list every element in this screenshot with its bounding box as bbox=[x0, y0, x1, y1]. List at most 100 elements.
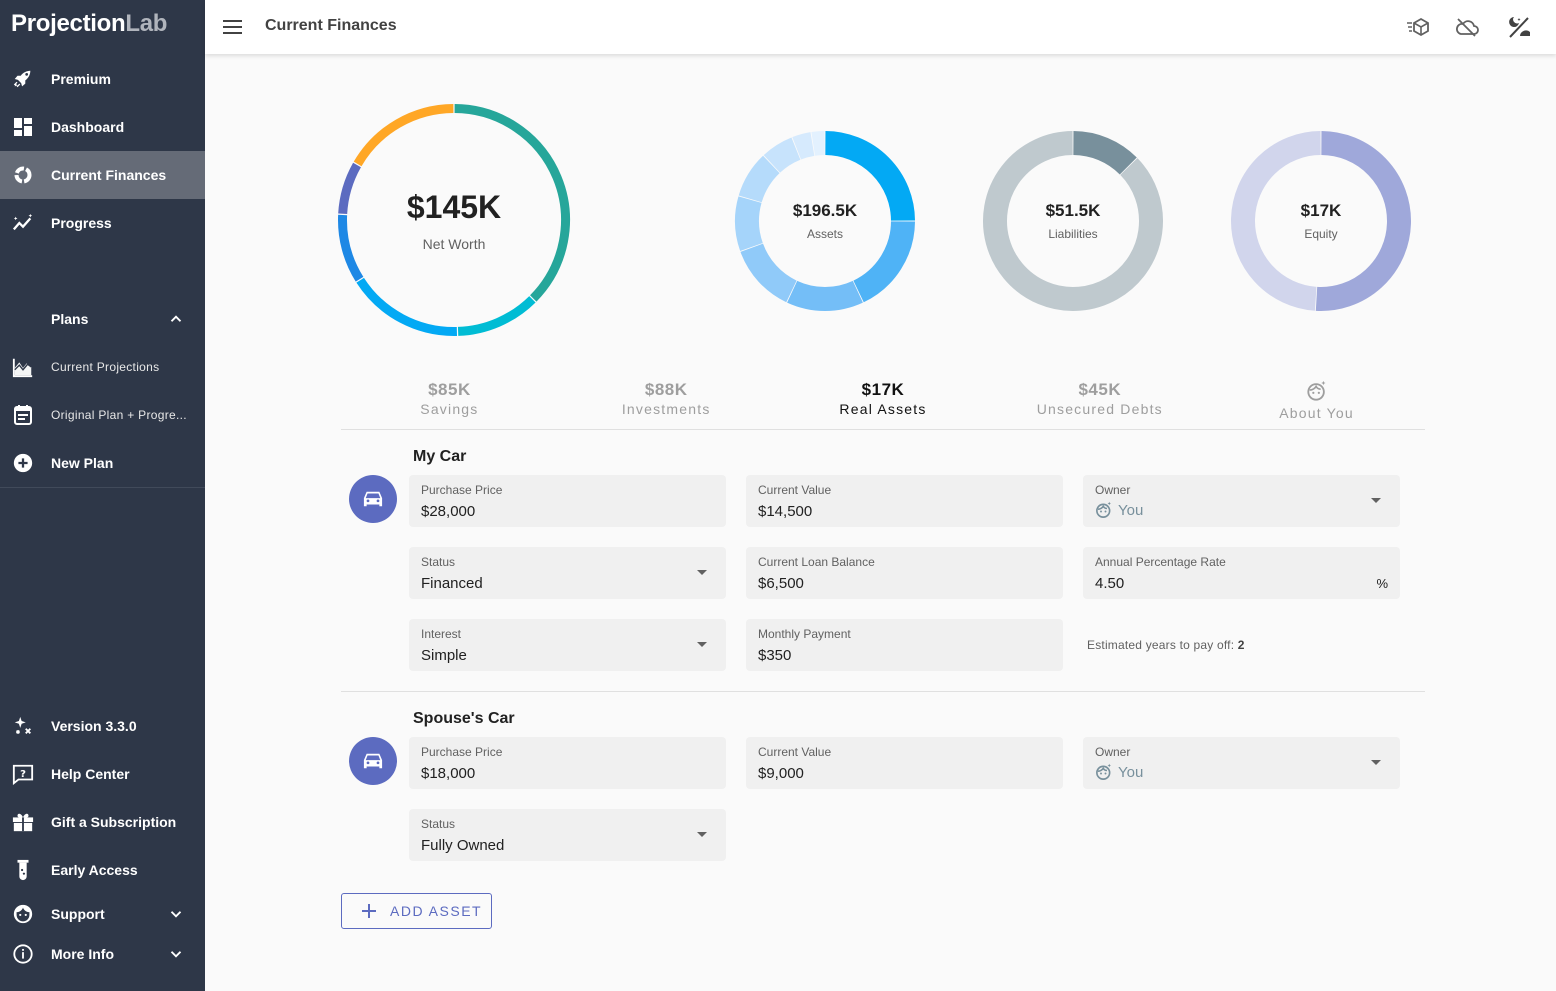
sidebar-item-label: Early Access bbox=[51, 862, 138, 878]
sidebar-item-label: Original Plan + Progre... bbox=[51, 408, 187, 422]
field-label: Annual Percentage Rate bbox=[1095, 555, 1226, 569]
sidebar-item-progress[interactable]: Progress bbox=[0, 199, 205, 247]
support-icon bbox=[11, 902, 35, 926]
assets-chart[interactable]: $196.5K Assets bbox=[734, 130, 916, 312]
dropdown-arrow-icon bbox=[1371, 760, 1381, 765]
owner-select[interactable]: Owner You bbox=[1083, 737, 1400, 789]
equity-value: $17K bbox=[1300, 201, 1342, 220]
sidebar-plans-header[interactable]: Plans bbox=[0, 295, 205, 343]
sidebar-item-label: Support bbox=[51, 906, 105, 922]
tab-savings[interactable]: $85K Savings bbox=[341, 372, 558, 429]
equity-chart[interactable]: $17K Equity bbox=[1230, 130, 1412, 312]
sparkles-icon bbox=[11, 714, 35, 738]
sidebar-item-premium[interactable]: Premium bbox=[0, 55, 205, 103]
estimate-label: Estimated years to pay off: bbox=[1087, 638, 1235, 652]
tab-value: $88K bbox=[644, 380, 688, 399]
svg-text:?: ? bbox=[20, 769, 26, 780]
liabilities-label: Liabilities bbox=[1048, 227, 1098, 241]
dropdown-arrow-icon bbox=[697, 642, 707, 647]
tab-investments[interactable]: $88K Investments bbox=[558, 372, 775, 429]
logo[interactable]: ProjectionLab bbox=[11, 10, 167, 38]
rocket-icon bbox=[11, 67, 35, 91]
current-value-field[interactable]: Current Value $14,500 bbox=[746, 475, 1063, 527]
owner-value: You bbox=[1095, 763, 1143, 781]
sidebar-item-gift[interactable]: Gift a Subscription bbox=[0, 798, 205, 846]
status-select[interactable]: Status Financed bbox=[409, 547, 726, 599]
field-value: Fully Owned bbox=[421, 837, 505, 854]
field-label: Owner bbox=[1095, 483, 1131, 497]
dropdown-arrow-icon bbox=[697, 570, 707, 575]
car-icon bbox=[363, 491, 383, 507]
sidebar-item-version[interactable]: Version 3.3.0 bbox=[0, 702, 205, 750]
apr-field[interactable]: Annual Percentage Rate 4.50 % bbox=[1083, 547, 1400, 599]
status-select[interactable]: Status Fully Owned bbox=[409, 809, 726, 861]
sidebar-item-label: Gift a Subscription bbox=[51, 814, 177, 830]
asset-divider bbox=[341, 691, 1425, 692]
gift-icon bbox=[11, 810, 35, 834]
tab-label: Unsecured Debts bbox=[1036, 401, 1163, 417]
sidebar-item-label: Version 3.3.0 bbox=[51, 718, 137, 734]
assets-label: Assets bbox=[806, 227, 843, 241]
sidebar-item-current-projections[interactable]: Current Projections bbox=[0, 343, 205, 391]
fast-cube-icon[interactable] bbox=[1405, 14, 1431, 40]
sidebar-item-label: More Info bbox=[51, 946, 114, 962]
help-icon: ? bbox=[11, 762, 35, 786]
field-value: $9,000 bbox=[758, 765, 804, 782]
field-label: Monthly Payment bbox=[758, 627, 851, 641]
tab-unsecured-debts[interactable]: $45K Unsecured Debts bbox=[991, 372, 1208, 429]
asset-name[interactable]: Spouse's Car bbox=[413, 710, 515, 728]
asset-name[interactable]: My Car bbox=[413, 448, 466, 466]
purchase-price-field[interactable]: Purchase Price $28,000 bbox=[409, 475, 726, 527]
liabilities-chart[interactable]: $51.5K Liabilities bbox=[982, 130, 1164, 312]
tab-about-you[interactable]: About You bbox=[1208, 372, 1425, 429]
field-value: $6,500 bbox=[758, 575, 804, 592]
net-worth-value: $145K bbox=[406, 188, 502, 225]
field-label: Owner bbox=[1095, 745, 1131, 759]
field-label: Current Value bbox=[758, 745, 832, 759]
payoff-estimate: Estimated years to pay off: 2 bbox=[1087, 638, 1245, 652]
tab-value: $45K bbox=[1078, 380, 1122, 399]
plus-icon bbox=[362, 904, 376, 918]
sidebar-item-label: Progress bbox=[51, 215, 112, 231]
estimate-value: 2 bbox=[1237, 638, 1245, 652]
menu-icon[interactable] bbox=[223, 17, 243, 37]
owner-select[interactable]: Owner You bbox=[1083, 475, 1400, 527]
owner-value: You bbox=[1095, 501, 1143, 519]
sidebar-item-label: Help Center bbox=[51, 766, 130, 782]
sidebar-item-help-center[interactable]: ? Help Center bbox=[0, 750, 205, 798]
dropdown-arrow-icon bbox=[1371, 498, 1381, 503]
current-value-field[interactable]: Current Value $9,000 bbox=[746, 737, 1063, 789]
sidebar-item-label: Current Finances bbox=[51, 167, 167, 183]
chevron-up-icon bbox=[170, 315, 182, 322]
owner-text: You bbox=[1118, 763, 1144, 781]
interest-select[interactable]: Interest Simple bbox=[409, 619, 726, 671]
loan-balance-field[interactable]: Current Loan Balance $6,500 bbox=[746, 547, 1063, 599]
owner-text: You bbox=[1118, 501, 1144, 519]
sidebar-item-original-plan[interactable]: Original Plan + Progre... bbox=[0, 391, 205, 439]
asset-avatar[interactable] bbox=[349, 737, 397, 785]
logo-text: Projection bbox=[11, 10, 126, 37]
field-value: $14,500 bbox=[758, 503, 813, 520]
theme-toggle-icon[interactable] bbox=[1506, 14, 1532, 40]
purchase-price-field[interactable]: Purchase Price $18,000 bbox=[409, 737, 726, 789]
sidebar-item-dashboard[interactable]: Dashboard bbox=[0, 103, 205, 151]
field-label: Current Loan Balance bbox=[758, 555, 875, 569]
add-asset-button[interactable]: ADD ASSET bbox=[341, 893, 492, 929]
sidebar-item-new-plan[interactable]: New Plan bbox=[0, 439, 205, 487]
cloud-off-icon[interactable] bbox=[1454, 14, 1480, 40]
category-tabs: $85K Savings $88K Investments $17K Real … bbox=[341, 372, 1425, 430]
area-chart-icon bbox=[11, 355, 35, 379]
trend-icon bbox=[11, 211, 35, 235]
sidebar-item-early-access[interactable]: Early Access bbox=[0, 846, 205, 894]
sidebar-item-label: Current Projections bbox=[51, 360, 160, 374]
asset-avatar[interactable] bbox=[349, 475, 397, 523]
assets-value: $196.5K bbox=[792, 201, 858, 220]
dashboard-icon bbox=[11, 115, 35, 139]
tab-real-assets[interactable]: $17K Real Assets bbox=[775, 372, 992, 429]
sidebar-item-current-finances[interactable]: Current Finances bbox=[0, 151, 205, 199]
sidebar-item-more-info[interactable]: More Info bbox=[0, 930, 205, 978]
tab-value: $85K bbox=[428, 380, 471, 399]
monthly-payment-field[interactable]: Monthly Payment $350 bbox=[746, 619, 1063, 671]
page-title: Current Finances bbox=[265, 17, 397, 34]
tab-label: Investments bbox=[621, 401, 711, 417]
